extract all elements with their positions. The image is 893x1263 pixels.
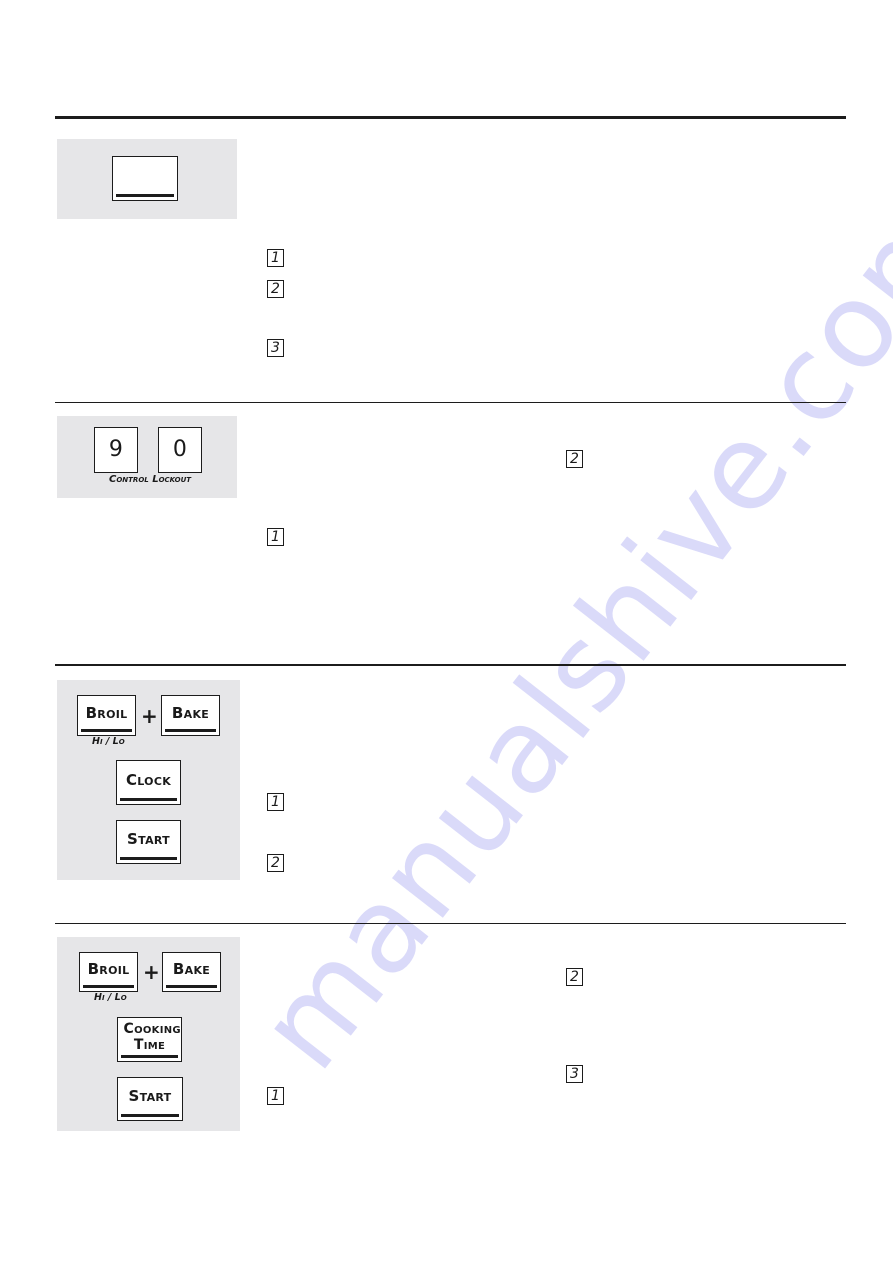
step-badge-1: 1 [267, 793, 284, 811]
bake-key[interactable]: Bake [161, 695, 220, 736]
step-badge-1: 1 [267, 1087, 284, 1105]
step-badge-2: 2 [566, 450, 583, 468]
start-key-label: Start [127, 830, 170, 848]
hi-lo-label: Hi / Lo [92, 736, 125, 747]
step-badge-2: 2 [267, 854, 284, 872]
start-key[interactable]: Start [116, 820, 181, 864]
keypad-panel-2: 9 0 Control Lockout [57, 416, 237, 498]
broil-key-label: Broil [85, 703, 128, 722]
step-badge-2: 2 [566, 968, 583, 986]
bake-key[interactable]: Bake [162, 952, 221, 992]
section-divider [55, 664, 846, 666]
watermark: manualshive.com [231, 163, 893, 1095]
clock-key-label: Clock [125, 770, 172, 789]
top-rule [55, 116, 846, 119]
broil-key[interactable]: Broil [79, 952, 138, 992]
broil-key[interactable]: Broil [77, 695, 136, 736]
step-badge-2: 2 [267, 280, 284, 298]
plus-sign: + [141, 704, 158, 728]
start-key-label: Start [128, 1087, 172, 1105]
section-divider [55, 402, 846, 403]
hi-lo-label: Hi / Lo [94, 992, 127, 1003]
key-9-label: 9 [108, 437, 124, 462]
keypad-panel-4: Broil + Bake Hi / Lo Cooking Time Start [57, 937, 240, 1131]
step-badge-3: 3 [267, 339, 284, 357]
cooking-time-key-label: Cooking Time [123, 1021, 181, 1053]
keypad-panel-1 [57, 139, 237, 219]
blank-key[interactable] [112, 156, 178, 201]
step-badge-3: 3 [566, 1065, 583, 1083]
key-0[interactable]: 0 [158, 427, 202, 473]
control-lockout-caption: Control Lockout [109, 474, 192, 485]
bake-key-label: Bake [171, 703, 210, 722]
key-0-label: 0 [172, 437, 188, 462]
key-9[interactable]: 9 [94, 427, 138, 473]
bake-key-label: Bake [172, 960, 211, 978]
plus-sign: + [143, 960, 160, 984]
step-badge-1: 1 [267, 249, 284, 267]
clock-key[interactable]: Clock [116, 760, 181, 805]
cooking-time-key[interactable]: Cooking Time [117, 1017, 182, 1062]
broil-key-label: Broil [87, 960, 130, 978]
section-divider [55, 923, 846, 924]
keypad-panel-3: Broil + Bake Hi / Lo Clock Start [57, 680, 240, 880]
start-key[interactable]: Start [117, 1077, 183, 1121]
step-badge-1: 1 [267, 528, 284, 546]
